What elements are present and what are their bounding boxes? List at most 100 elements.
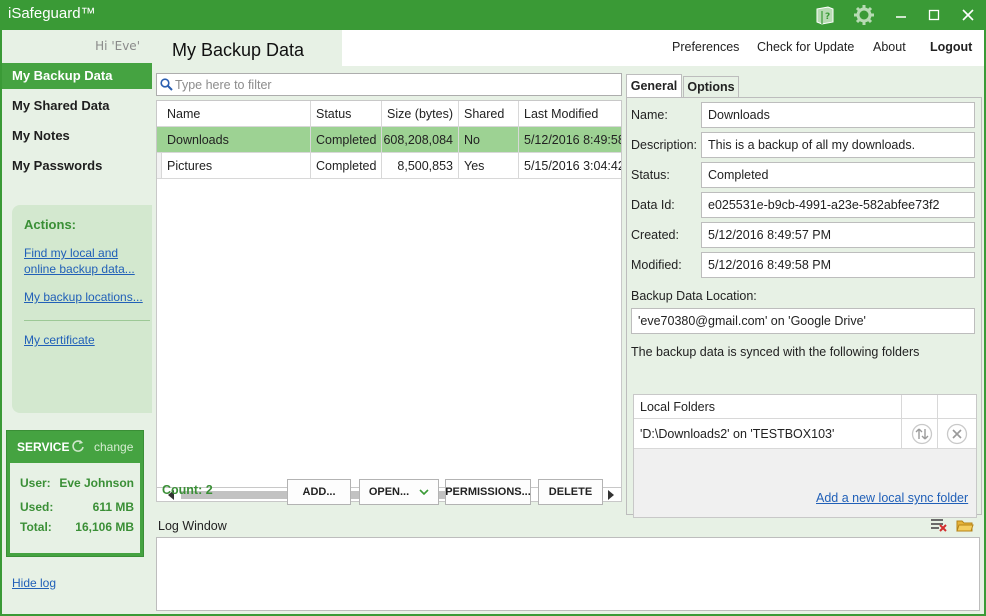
add-button-label: ADD... (302, 486, 336, 498)
main-area: Preferences Check for Update About Logou… (152, 30, 984, 614)
service-change-link[interactable]: change (94, 440, 133, 454)
scroll-right-icon[interactable] (607, 490, 615, 500)
remove-folder[interactable] (938, 419, 976, 449)
filter-box[interactable] (156, 73, 622, 96)
local-folders-col-header: Local Folders (634, 395, 902, 419)
col-shared-header[interactable]: Shared (459, 101, 519, 127)
local-folder-path: 'D:\Downloads2' on 'TESTBOX103' (634, 419, 902, 449)
nav-my-backup-data[interactable]: My Backup Data (2, 63, 152, 89)
gear-icon[interactable] (852, 4, 876, 26)
greeting: Hi 'Eve' (95, 39, 140, 53)
svg-text:?: ? (825, 12, 830, 22)
add-button[interactable]: ADD... (287, 479, 351, 505)
search-icon (160, 78, 173, 94)
sync-toggle[interactable] (902, 419, 938, 449)
nav-my-notes[interactable]: My Notes (2, 123, 152, 149)
permissions-button[interactable]: PERMISSIONS... (445, 479, 531, 505)
synced-text: The backup data is synced with the follo… (631, 345, 920, 359)
chevron-down-icon[interactable] (419, 489, 429, 495)
nav-my-passwords[interactable]: My Passwords (2, 153, 152, 179)
name-label: Name: (631, 108, 668, 122)
cell-status: Completed (311, 127, 382, 153)
permissions-button-label: PERMISSIONS... (445, 486, 531, 498)
table-row[interactable]: Downloads Completed 608,208,084 No 5/12/… (157, 127, 621, 153)
sync-arrows-icon[interactable] (911, 423, 933, 445)
backup-locations-link[interactable]: My backup locations... (24, 289, 143, 305)
cell-name: Pictures (162, 153, 311, 179)
add-sync-folder-link[interactable]: Add a new local sync folder (816, 491, 968, 505)
app-title: iSafeguard™ (8, 5, 96, 22)
name-field[interactable]: Downloads (701, 102, 975, 128)
open-button[interactable]: OPEN... (359, 479, 439, 505)
status-field[interactable]: Completed (701, 162, 975, 188)
data-id-field[interactable]: e025531e-b9cb-4991-a23e-582abfee73f2 (701, 192, 975, 218)
item-count: Count: 2 (162, 483, 213, 497)
maximize-icon[interactable] (922, 4, 946, 26)
refresh-icon[interactable] (71, 439, 85, 456)
cell-shared: No (459, 127, 519, 153)
cell-size: 608,208,084 (382, 127, 459, 153)
modified-field[interactable]: 5/12/2016 8:49:58 PM (701, 252, 975, 278)
grid-header: Name Status Size (bytes) Shared Last Mod… (157, 101, 621, 127)
created-field[interactable]: 5/12/2016 8:49:57 PM (701, 222, 975, 248)
remove-circle-icon[interactable] (946, 423, 968, 445)
actions-title: Actions: (24, 217, 76, 232)
find-local-online-link[interactable]: Find my local and online backup data... (24, 245, 135, 277)
open-button-label: OPEN... (368, 486, 410, 498)
sidebar: Hi 'Eve' My Backup Data My Shared Data M… (2, 30, 152, 614)
description-field[interactable]: This is a backup of all my downloads. (701, 132, 975, 158)
delete-button[interactable]: DELETE (538, 479, 603, 505)
cell-status: Completed (311, 153, 382, 179)
actions-panel: Actions: Find my local and online backup… (12, 205, 152, 413)
delete-button-label: DELETE (548, 486, 593, 498)
tab-general[interactable]: General (626, 74, 682, 98)
log-window-title: Log Window (158, 519, 227, 533)
tab-options[interactable]: Options (683, 76, 739, 98)
cell-size: 8,500,853 (382, 153, 459, 179)
find-link-line2[interactable]: online backup data... (24, 262, 135, 276)
description-label: Description: (631, 138, 697, 152)
col-modified-header[interactable]: Last Modified (519, 101, 621, 127)
total-label: Total: (20, 520, 52, 534)
cell-name: Downloads (162, 127, 311, 153)
local-folder-row[interactable]: 'D:\Downloads2' on 'TESTBOX103' (634, 419, 976, 449)
user-label: User: (20, 476, 51, 490)
check-update-link[interactable]: Check for Update (757, 40, 854, 54)
find-link-line1[interactable]: Find my local and (24, 246, 118, 260)
location-field[interactable]: 'eve70380@gmail.com' on 'Google Drive' (631, 308, 975, 334)
preferences-link[interactable]: Preferences (672, 40, 739, 54)
help-book-icon[interactable]: ? (813, 4, 837, 26)
clear-log-icon[interactable] (930, 517, 948, 533)
service-title: SERVICE (17, 440, 70, 454)
table-row[interactable]: Pictures Completed 8,500,853 Yes 5/15/20… (157, 153, 622, 179)
close-icon[interactable] (956, 4, 980, 26)
details-panel: Name: Downloads Description: This is a b… (626, 97, 982, 518)
status-label: Status: (631, 168, 670, 182)
nav-my-shared-data[interactable]: My Shared Data (2, 93, 152, 119)
backup-data-grid: Name Status Size (bytes) Shared Last Mod… (156, 100, 622, 488)
log-window[interactable] (156, 537, 980, 611)
certificate-link[interactable]: My certificate (24, 332, 95, 348)
service-details: User: Eve Johnson Used: 611 MB Total: 16… (10, 463, 140, 553)
col-size-header[interactable]: Size (bytes) (382, 101, 459, 127)
col-name-header[interactable]: Name (162, 101, 311, 127)
minimize-icon[interactable] (889, 4, 913, 26)
used-label: Used: (20, 500, 54, 514)
local-folders-header: Local Folders (634, 395, 976, 419)
title-bar: iSafeguard™ ? (0, 0, 986, 30)
filter-input[interactable] (175, 76, 615, 93)
sync-col-header (902, 395, 938, 419)
data-id-label: Data Id: (631, 198, 675, 212)
hide-log-link[interactable]: Hide log (12, 576, 56, 590)
cell-modified: 5/15/2016 3:04:42 (524, 159, 622, 173)
actions-divider (24, 320, 150, 321)
page-title: My Backup Data (172, 40, 305, 60)
logout-link[interactable]: Logout (930, 40, 972, 54)
modified-label: Modified: (631, 258, 682, 272)
open-folder-icon[interactable] (956, 517, 974, 533)
service-panel: SERVICE change User: Eve Johnson Used: 6… (6, 430, 144, 557)
col-status-header[interactable]: Status (311, 101, 382, 127)
used-value: 611 MB (92, 500, 134, 514)
about-link[interactable]: About (873, 40, 906, 54)
app-frame: Hi 'Eve' My Backup Data My Shared Data M… (2, 30, 984, 614)
